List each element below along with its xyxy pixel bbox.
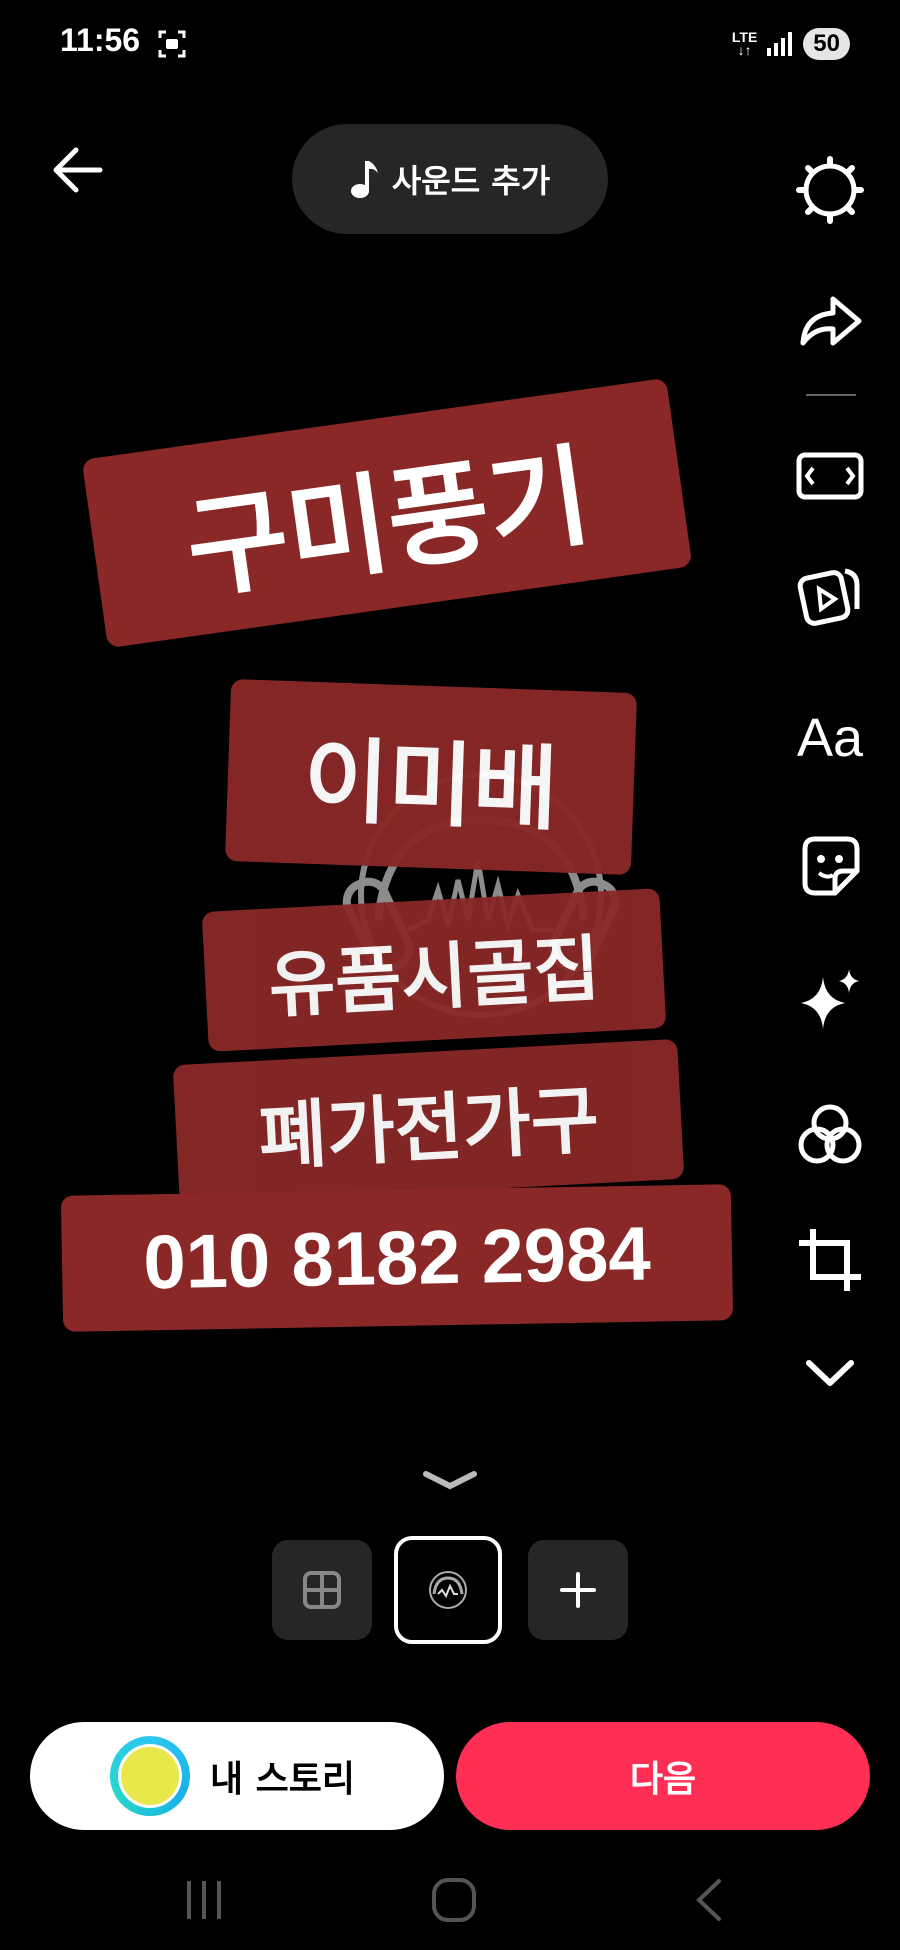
sparkles-icon: [801, 969, 859, 1029]
my-story-button[interactable]: 내 스토리: [30, 1722, 444, 1830]
headphones-logo-thumbnail: [429, 1571, 467, 1609]
add-sound-label: 사운드 추가: [391, 162, 551, 200]
settings-icon: [796, 156, 864, 224]
text-sticker[interactable]: 유품시골집: [201, 888, 667, 1052]
video-clips-icon: [797, 568, 860, 626]
recent-apps-icon: [187, 1881, 221, 1919]
filters-icon: [798, 1104, 862, 1164]
add-clip-button[interactable]: [528, 1540, 628, 1640]
add-sound-button[interactable]: 사운드 추가: [292, 124, 608, 234]
collapse-chevron-icon[interactable]: [420, 1466, 480, 1496]
music-note-icon: [350, 161, 378, 198]
home-button[interactable]: [414, 1860, 494, 1940]
text-sticker[interactable]: 구미풍기: [81, 377, 693, 649]
back-button[interactable]: [48, 140, 108, 200]
toolbar-divider: [806, 394, 856, 396]
sticker-button[interactable]: [790, 826, 870, 906]
avatar-image: [118, 1744, 182, 1808]
back-nav-icon: [696, 1879, 721, 1921]
phone-number-sticker[interactable]: 010 8182 2984: [60, 1184, 734, 1332]
crop-button[interactable]: [790, 1220, 870, 1300]
text-tool-label: Aa: [796, 708, 864, 768]
aspect-ratio-button[interactable]: [790, 436, 870, 516]
grid-icon: [303, 1571, 341, 1609]
grid-view-button[interactable]: [272, 1540, 372, 1640]
text-sticker[interactable]: 이미배: [224, 678, 638, 876]
plus-icon: [560, 1572, 596, 1608]
settings-button[interactable]: [790, 150, 870, 230]
share-icon: [800, 296, 862, 346]
more-tools-button[interactable]: [790, 1334, 870, 1414]
avatar: [110, 1736, 190, 1816]
back-nav-button[interactable]: [670, 1860, 750, 1940]
text-sticker[interactable]: 폐가전가구: [172, 1038, 685, 1206]
sticker-icon: [802, 836, 860, 896]
my-story-label: 내 스토리: [210, 1759, 356, 1800]
share-button[interactable]: [790, 280, 870, 360]
text-tool-button[interactable]: Aa: [790, 698, 870, 778]
filters-button[interactable]: [790, 1094, 870, 1174]
effects-button[interactable]: [790, 960, 870, 1040]
chevron-down-icon: [806, 1360, 854, 1386]
system-nav-bar: [0, 1860, 900, 1950]
next-button[interactable]: 다음: [456, 1722, 870, 1830]
next-label: 다음: [629, 1759, 697, 1800]
current-clip-thumbnail[interactable]: [394, 1536, 502, 1644]
recent-apps-button[interactable]: [164, 1860, 244, 1940]
home-icon: [432, 1878, 476, 1922]
video-clips-button[interactable]: [790, 554, 870, 634]
aspect-ratio-icon: [796, 452, 864, 500]
crop-icon: [799, 1229, 861, 1291]
arrow-left-icon: [53, 147, 103, 193]
